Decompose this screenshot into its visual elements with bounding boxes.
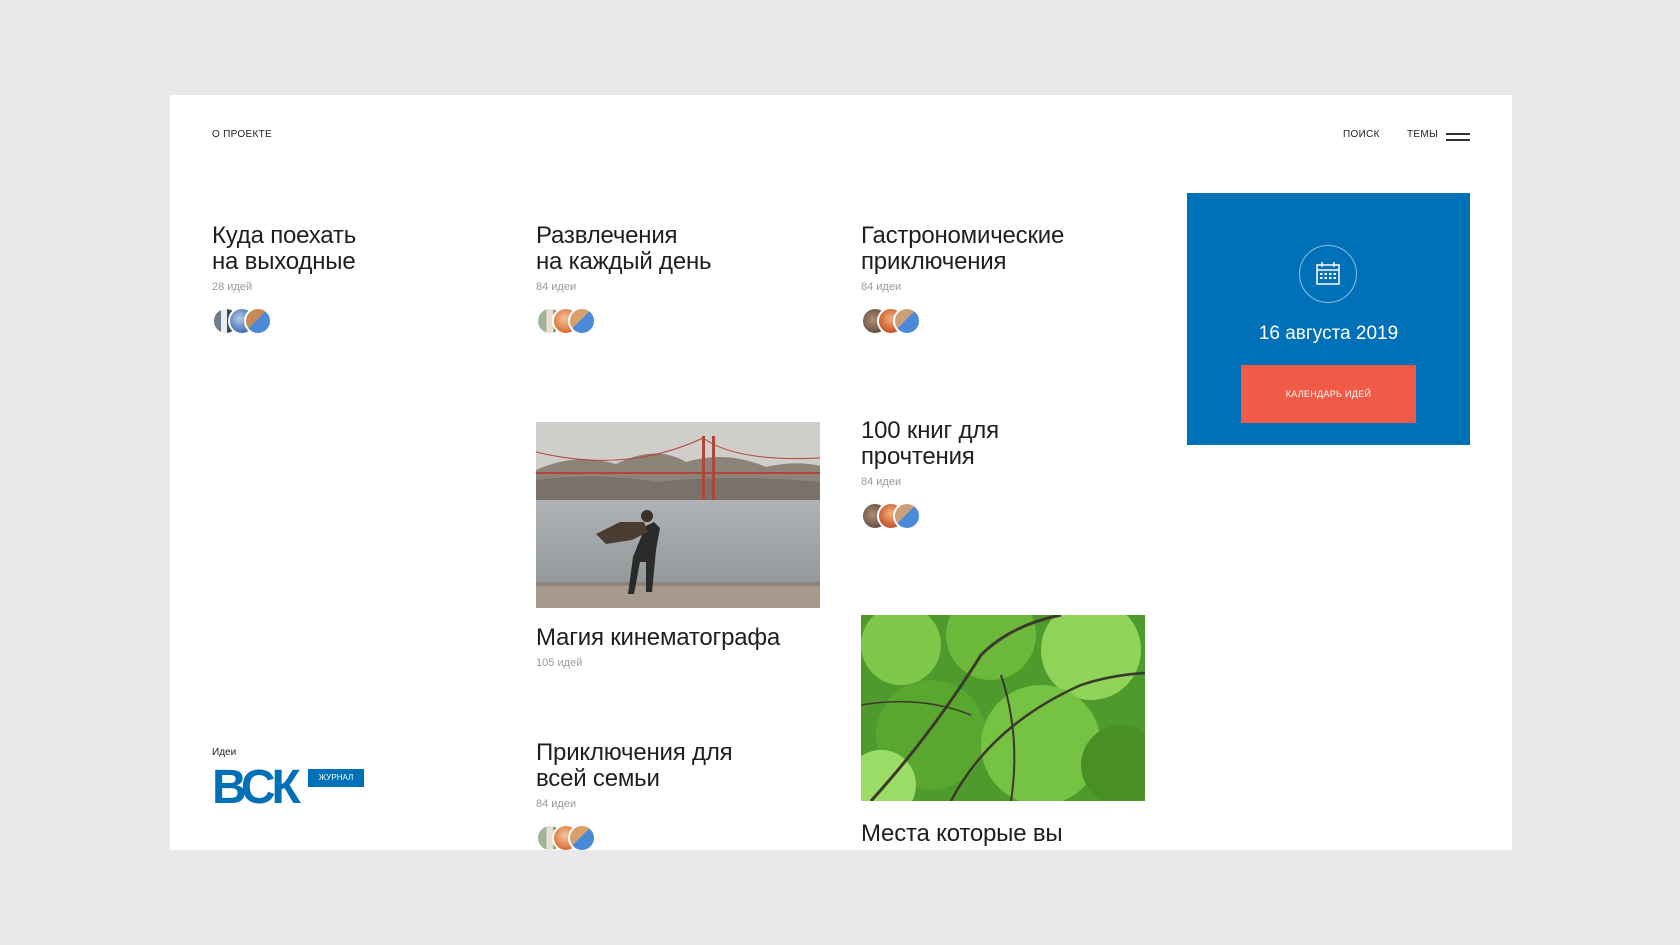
card-title[interactable]: Развлечения на каждый день [536, 223, 836, 275]
avatar [568, 307, 596, 335]
avatar-group [861, 307, 1161, 337]
idea-card-places[interactable]: Места которые вы [861, 821, 1161, 847]
idea-card-cinema[interactable]: Магия кинематографа 105 идей [536, 625, 836, 670]
avatar-group [536, 307, 836, 337]
card-count: 84 идеи [536, 798, 577, 810]
hamburger-icon[interactable] [1446, 133, 1470, 141]
avatar-group [212, 307, 512, 337]
calendar-icon [1299, 245, 1357, 303]
card-title-line2: всей семьи [536, 765, 660, 792]
card-title-line2: на выходные [212, 248, 356, 275]
card-title[interactable]: Гастрономические приключения [861, 223, 1161, 275]
card-count: 28 идей [212, 281, 253, 293]
card-title[interactable]: Куда поехать на выходные [212, 223, 512, 275]
idea-card-entertainment[interactable]: Развлечения на каждый день 84 идеи [536, 223, 836, 337]
card-title-line1: Куда поехать [212, 222, 357, 249]
avatar [893, 502, 921, 530]
vsk-logo[interactable]: ВСК [212, 767, 302, 807]
forest-photo[interactable] [861, 615, 1145, 801]
main-page: О ПРОЕКТЕ ПОИСК ТЕМЫ Куда поехать на вых… [170, 95, 1512, 850]
ideas-calendar-button[interactable]: КАЛЕНДАРЬ ИДЕЙ [1241, 365, 1416, 423]
cinema-photo[interactable] [536, 422, 820, 608]
calendar-panel: 16 августа 2019 КАЛЕНДАРЬ ИДЕЙ [1187, 193, 1470, 445]
avatar-group [861, 502, 1161, 532]
card-title-line1: Гастрономические [861, 222, 1065, 249]
idea-card-books[interactable]: 100 книг для прочтения 84 идеи [861, 418, 1161, 532]
idea-card-gastronomy[interactable]: Гастрономические приключения 84 идеи [861, 223, 1161, 337]
card-title-line2: на каждый день [536, 248, 712, 275]
card-title[interactable]: Места которые вы [861, 821, 1161, 847]
avatar [893, 307, 921, 335]
card-count: 84 идеи [861, 476, 902, 488]
avatar [568, 824, 596, 850]
card-title-line1: Развлечения [536, 222, 678, 249]
card-count: 105 идей [536, 657, 583, 669]
idea-card-family[interactable]: Приключения для всей семьи 84 идеи [536, 740, 836, 850]
card-title-line1: Приключения для [536, 739, 733, 766]
journal-badge: ЖУРНАЛ [308, 769, 364, 787]
nav-about-link[interactable]: О ПРОЕКТЕ [212, 129, 272, 140]
logo-caption: Идеи [212, 747, 237, 758]
nav-search-link[interactable]: ПОИСК [1343, 129, 1380, 140]
avatar [244, 307, 272, 335]
card-count: 84 идеи [536, 281, 577, 293]
card-title[interactable]: Магия кинематографа [536, 625, 836, 651]
vsk-logo-text: ВСК [212, 767, 302, 807]
calendar-date: 16 августа 2019 [1258, 323, 1399, 344]
card-count: 84 идеи [861, 281, 902, 293]
card-title[interactable]: 100 книг для прочтения [861, 418, 1161, 470]
card-title-line2: приключения [861, 248, 1007, 275]
idea-card-weekend[interactable]: Куда поехать на выходные 28 идей [212, 223, 512, 337]
card-title-line1: 100 книг для [861, 417, 999, 444]
avatar-group [536, 824, 836, 850]
card-title-line2: прочтения [861, 443, 975, 470]
nav-themes-link[interactable]: ТЕМЫ [1407, 129, 1438, 140]
card-title[interactable]: Приключения для всей семьи [536, 740, 836, 792]
